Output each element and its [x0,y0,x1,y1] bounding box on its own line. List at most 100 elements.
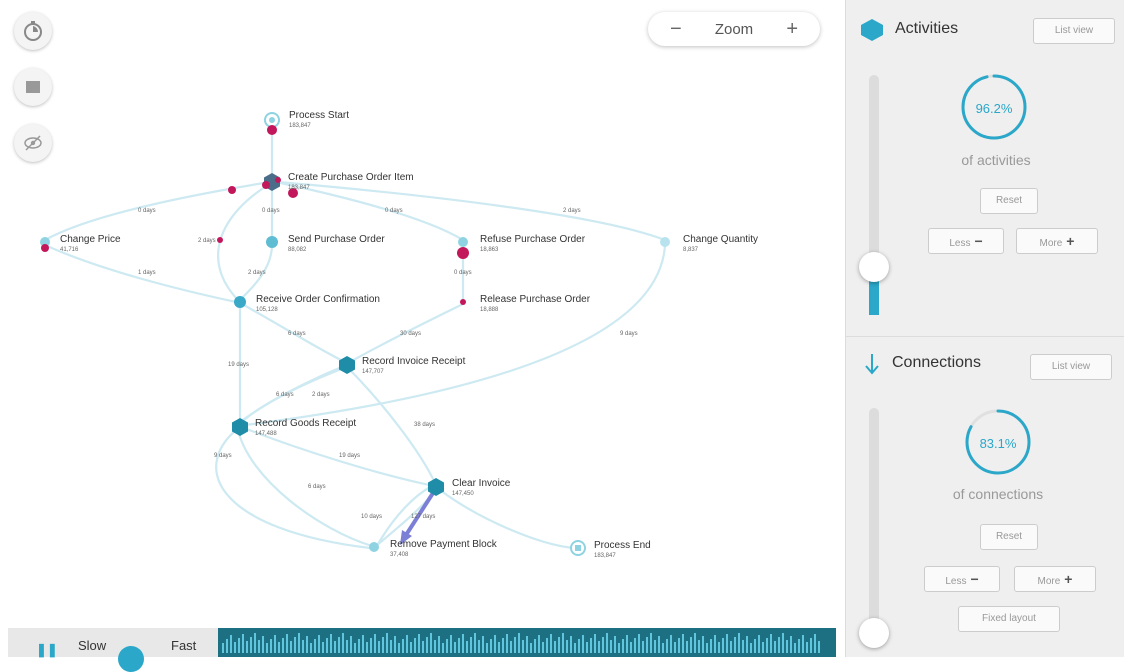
histogram-bar [354,643,356,653]
histogram-bar [818,641,820,653]
node-clear-invoice [428,478,444,496]
histogram-bar [686,641,688,653]
activities-less-button[interactable]: Less − [928,228,1004,254]
histogram-bar [506,634,508,653]
histogram-bar [286,634,288,653]
label-record-goods-receipt: Record Goods Receipt 147,488 [255,418,357,437]
edge-label: 19 days [339,453,361,459]
histogram-bar [630,642,632,653]
histogram-bar [470,637,472,653]
histogram-bar [310,643,312,653]
fixed-layout-button[interactable]: Fixed layout [958,606,1060,632]
histogram-bar [486,643,488,653]
label-change-quantity: Change Quantity 8,837 [683,234,759,253]
connections-reset-button[interactable]: Reset [980,524,1038,550]
histogram-bar [810,638,812,653]
activities-slider-knob[interactable] [859,252,889,282]
histogram-bar [530,643,532,653]
histogram-bar [706,643,708,653]
histogram-bar [222,643,224,653]
histogram-bar [538,635,540,653]
activities-of-label: of activities [961,152,1031,168]
edge-label: 9 days [214,453,232,459]
connections-percent: 83.1% [979,436,1017,451]
node-refuse-po [458,237,468,247]
histogram-bar [430,633,432,653]
histogram-bar [478,640,480,653]
histogram-bar [498,642,500,653]
histogram-bar [362,635,364,653]
histogram-bar [346,640,348,653]
histogram-bar [366,642,368,653]
label-release-po: Release Purchase Order 18,888 [480,294,591,313]
activities-reset-button[interactable]: Reset [980,188,1038,214]
histogram-bar [282,638,284,653]
histogram-bar [566,640,568,653]
histogram-bar [258,640,260,653]
histogram-bar [582,635,584,653]
connections-less-button[interactable]: Less − [924,566,1000,592]
timeline-histogram[interactable] [218,628,836,657]
histogram-bar [422,641,424,653]
histogram-bar [318,635,320,653]
histogram-bar [714,635,716,653]
activities-more-button[interactable]: More + [1016,228,1098,254]
edge-label: 127 days [411,514,436,520]
histogram-bar [322,642,324,653]
pause-icon[interactable]: ❚❚ [36,642,58,658]
edge-label: 2 days [312,392,330,398]
speed-fast-label: Fast [171,638,197,653]
arrow-down-icon [865,354,879,375]
histogram-bar [762,642,764,653]
histogram-bar [554,641,556,653]
histogram-bar [602,637,604,653]
histogram-bar [742,640,744,653]
histogram-bar [570,636,572,653]
histogram-bar [598,641,600,653]
node-receive-order-confirmation [234,296,246,308]
connections-more-button[interactable]: More + [1014,566,1096,592]
minus-icon: − [974,233,983,249]
animation-timeline: ❚❚ Slow Fast [8,628,836,672]
histogram-bar [654,640,656,653]
speed-slider-knob[interactable] [118,646,144,672]
histogram-bar [350,636,352,653]
process-graph [40,112,670,556]
edge-label: 0 days [385,208,403,214]
histogram-bar [558,637,560,653]
connections-slider-knob[interactable] [859,618,889,648]
activities-list-view-button[interactable]: List view [1033,18,1115,44]
histogram-bar [798,639,800,653]
histogram-bar [342,633,344,653]
histogram-bar [314,639,316,653]
histogram-bar [270,639,272,653]
histogram-bar [402,639,404,653]
histogram-bar [770,634,772,653]
process-map-canvas[interactable]: − Zoom + Process Start 183,847 Create Pu… [0,0,845,672]
connections-slider-track[interactable] [869,408,879,640]
edge-label: 6 days [276,392,294,398]
histogram-bar [718,642,720,653]
label-remove-payment-block: Remove Payment Block 37,408 [390,539,497,558]
histogram-bar [518,633,520,653]
control-panel: Activities List view 96.2% of activities… [845,0,1124,657]
histogram-bar [586,642,588,653]
node-release-po [460,299,466,305]
edge-label: 2 days [248,270,266,276]
label-clear-invoice: Clear Invoice 147,450 [452,478,511,497]
node-send-po [266,236,278,248]
histogram-bar [634,638,636,653]
histogram-bar [510,641,512,653]
edge-label: 6 days [308,484,326,490]
node-change-quantity [660,237,670,247]
histogram-bar [386,633,388,653]
histogram-bar [646,637,648,653]
histogram-bar [230,635,232,653]
connections-list-view-button[interactable]: List view [1030,354,1112,380]
histogram-bar [574,643,576,653]
histogram-bar [294,637,296,653]
connections-of-label: of connections [952,486,1044,502]
token [228,186,236,194]
edge-label: 1 days [138,270,156,276]
label-process-end: Process End 183,847 [594,540,651,559]
